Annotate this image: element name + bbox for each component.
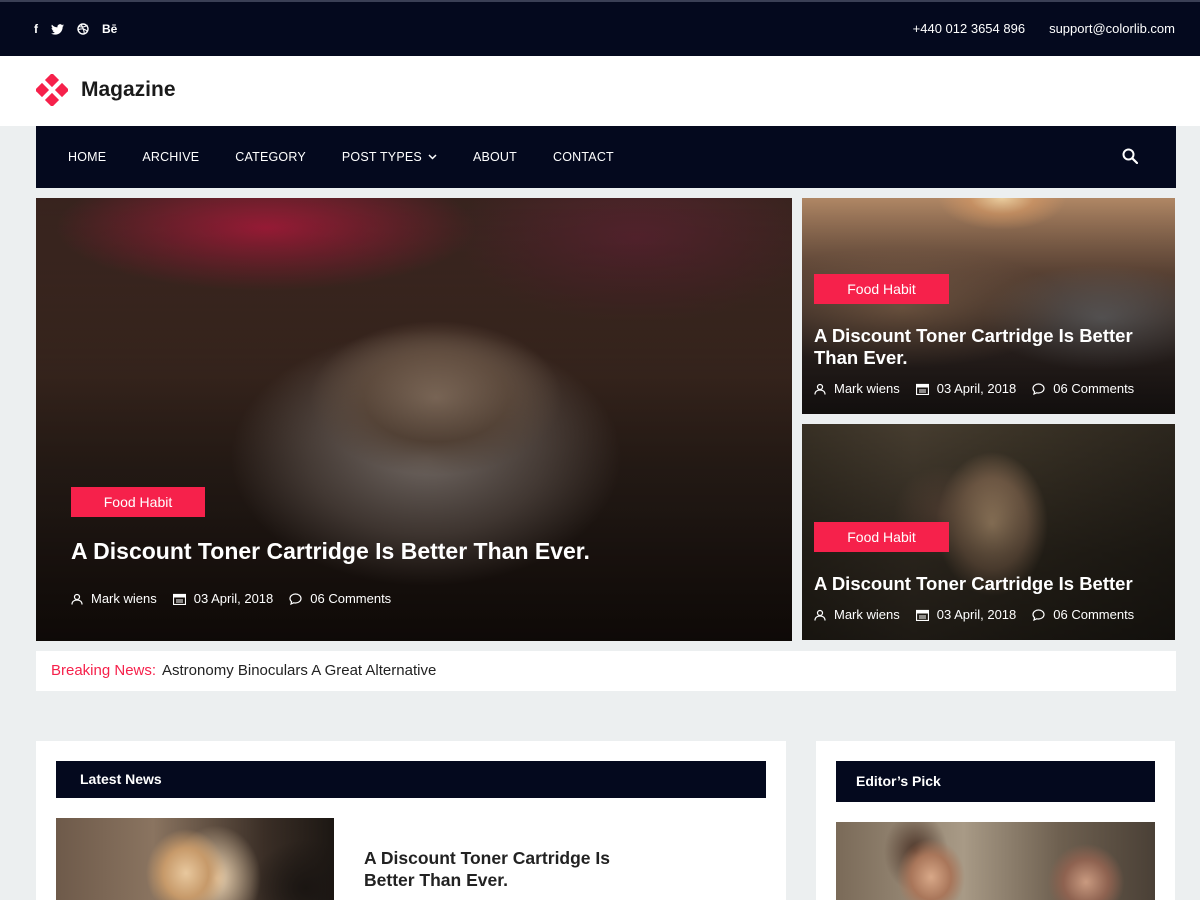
category-badge[interactable]: Food Habit [814, 274, 949, 304]
hero-side-post-top[interactable]: Food Habit A Discount Toner Cartridge Is… [802, 198, 1175, 414]
nav-item-post-types[interactable]: POST TYPES [342, 150, 437, 164]
author-meta[interactable]: Mark wiens [814, 607, 900, 622]
hero-side-post-bottom[interactable]: Food Habit A Discount Toner Cartridge Is… [802, 424, 1175, 640]
facebook-icon[interactable]: f [34, 22, 38, 36]
editors-pick-thumbnail[interactable] [836, 822, 1155, 900]
nav-item-archive[interactable]: ARCHIVE [142, 150, 199, 164]
post-meta: Mark wiens 03 April, 2018 06 Comments [814, 381, 1134, 396]
editors-pick-heading: Editor’s Pick [836, 761, 1155, 802]
nav-item-contact[interactable]: CONTACT [553, 150, 614, 164]
post-title[interactable]: A Discount Toner Cartridge Is Better [814, 573, 1159, 595]
comment-icon [289, 592, 302, 605]
main-navigation: HOME ARCHIVE CATEGORY POST TYPES ABOUT C… [36, 126, 1176, 188]
breaking-news-label: Breaking News: [51, 662, 157, 679]
top-bar: f Bē +440 012 3654 896 support@colorlib.… [0, 0, 1200, 56]
calendar-icon [915, 383, 929, 395]
date-meta: 03 April, 2018 [172, 591, 273, 606]
logo-icon[interactable] [36, 74, 68, 106]
search-icon[interactable] [1122, 148, 1138, 164]
hero-main-post[interactable]: Food Habit A Discount Toner Cartridge Is… [36, 198, 792, 641]
twitter-icon[interactable] [51, 23, 64, 35]
site-title[interactable]: Magazine [81, 78, 176, 102]
post-title[interactable]: A Discount Toner Cartridge Is Better Tha… [814, 325, 1159, 369]
behance-icon[interactable]: Bē [102, 22, 117, 36]
nav-item-home[interactable]: HOME [68, 150, 106, 164]
comments-meta[interactable]: 06 Comments [1032, 381, 1134, 396]
date-meta: 03 April, 2018 [915, 381, 1016, 396]
nav-item-about[interactable]: ABOUT [473, 150, 517, 164]
nav-item-category[interactable]: CATEGORY [235, 150, 306, 164]
comment-icon [1032, 382, 1045, 395]
chevron-down-icon [428, 154, 437, 160]
contact-info: +440 012 3654 896 support@colorlib.com [913, 21, 1175, 36]
user-icon [814, 609, 826, 621]
calendar-icon [172, 593, 186, 605]
category-badge[interactable]: Food Habit [71, 487, 205, 517]
comment-icon [1032, 608, 1045, 621]
author-meta[interactable]: Mark wiens [814, 381, 900, 396]
phone-link[interactable]: +440 012 3654 896 [913, 21, 1025, 36]
latest-news-title[interactable]: A Discount Toner Cartridge Is Better Tha… [364, 847, 654, 891]
latest-news-heading: Latest News [56, 761, 766, 798]
logo-bar: Magazine [0, 56, 1200, 126]
dribbble-icon[interactable] [77, 23, 89, 35]
comments-meta[interactable]: 06 Comments [289, 591, 391, 606]
comments-meta[interactable]: 06 Comments [1032, 607, 1134, 622]
social-links: f Bē [34, 22, 117, 36]
user-icon [814, 383, 826, 395]
post-title[interactable]: A Discount Toner Cartridge Is Better Tha… [71, 538, 590, 565]
post-meta: Mark wiens 03 April, 2018 06 Comments [71, 591, 391, 606]
author-meta[interactable]: Mark wiens [71, 591, 157, 606]
calendar-icon [915, 609, 929, 621]
breaking-news-headline[interactable]: Astronomy Binoculars A Great Alternative [162, 662, 436, 679]
email-link[interactable]: support@colorlib.com [1049, 21, 1175, 36]
breaking-news-bar: Breaking News: Astronomy Binoculars A Gr… [36, 651, 1176, 691]
latest-news-thumbnail[interactable] [56, 818, 334, 900]
category-badge[interactable]: Food Habit [814, 522, 949, 552]
date-meta: 03 April, 2018 [915, 607, 1016, 622]
post-meta: Mark wiens 03 April, 2018 06 Comments [814, 607, 1134, 622]
user-icon [71, 593, 83, 605]
